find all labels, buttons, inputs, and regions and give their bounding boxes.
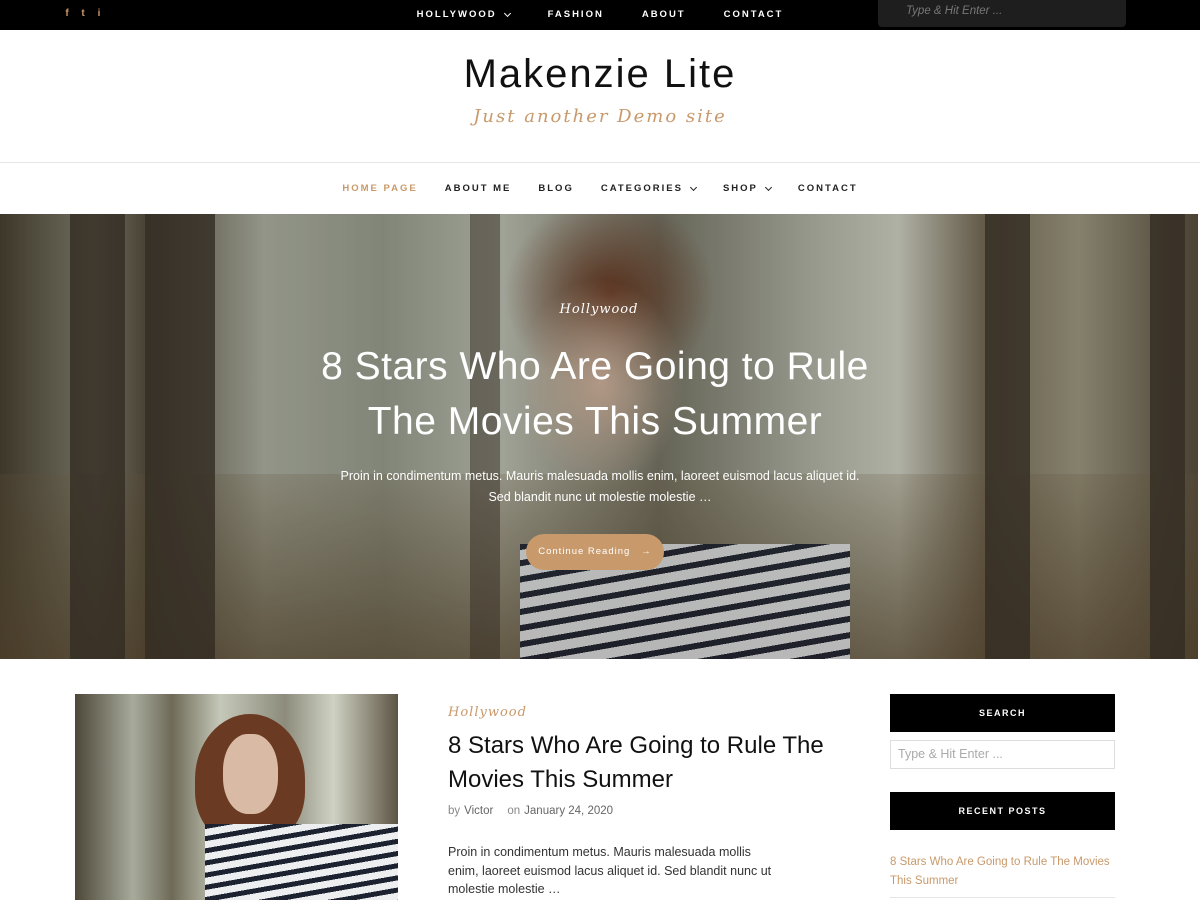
top-nav-item-contact[interactable]: CONTACT (705, 0, 803, 30)
main-nav: HOME PAGE ABOUT ME BLOG CATEGORIES SHOP … (0, 164, 1200, 214)
recent-post-divider (890, 897, 1115, 898)
top-nav-item-hollywood[interactable]: HOLLYWOOD (398, 0, 529, 30)
nav-item-blog[interactable]: BLOG (525, 164, 587, 214)
top-search-input[interactable]: Type & Hit Enter ... (878, 0, 1126, 27)
nav-item-contact[interactable]: CONTACT (784, 164, 871, 214)
post-title[interactable]: 8 Stars Who Are Going to Rule The Movies… (448, 729, 828, 797)
header-divider (0, 162, 1200, 163)
nav-item-shop[interactable]: SHOP (709, 164, 784, 214)
site-tagline: Just another Demo site (473, 106, 727, 127)
arrow-right-icon: → (641, 546, 652, 557)
post-meta: by Victor on January 24, 2020 (448, 805, 614, 817)
nav-item-categories[interactable]: CATEGORIES (587, 164, 709, 214)
search-widget-title: SEARCH (890, 694, 1115, 732)
post-thumbnail[interactable] (75, 694, 398, 900)
thumbnail-subject (205, 824, 398, 900)
thumbnail-subject (223, 734, 278, 814)
recent-post-link[interactable]: 8 Stars Who Are Going to Rule The Movies… (890, 853, 1115, 891)
hero-excerpt: Proin in condimentum metus. Mauris males… (340, 469, 860, 504)
recent-posts-widget-title: RECENT POSTS (890, 792, 1115, 830)
top-nav-item-fashion[interactable]: FASHION (529, 0, 623, 30)
chevron-down-icon (764, 183, 772, 192)
top-nav-item-about[interactable]: ABOUT (623, 0, 705, 30)
post-author[interactable]: Victor (464, 805, 493, 817)
post-excerpt: Proin in condimentum metus. Mauris males… (448, 845, 772, 896)
chevron-down-icon (689, 183, 697, 192)
hero-category[interactable]: Hollywood (0, 302, 1198, 317)
post-date[interactable]: January 24, 2020 (524, 805, 613, 817)
chevron-down-icon (503, 9, 511, 18)
nav-item-home-page[interactable]: HOME PAGE (329, 164, 431, 214)
site-title[interactable]: Makenzie Lite (0, 52, 1200, 97)
post-category[interactable]: Hollywood (448, 705, 527, 720)
hero-slider: Hollywood 8 Stars Who Are Going to Rule … (0, 214, 1198, 659)
top-bar: f t i HOLLYWOOD FASHION ABOUT CONTACT Ty… (0, 0, 1200, 30)
hero-title[interactable]: 8 Stars Who Are Going to Rule The Movies… (290, 339, 900, 449)
continue-reading-button[interactable]: Continue Reading → (526, 534, 664, 570)
sidebar-search-input[interactable]: Type & Hit Enter ... (890, 740, 1115, 769)
nav-item-about-me[interactable]: ABOUT ME (431, 164, 525, 214)
